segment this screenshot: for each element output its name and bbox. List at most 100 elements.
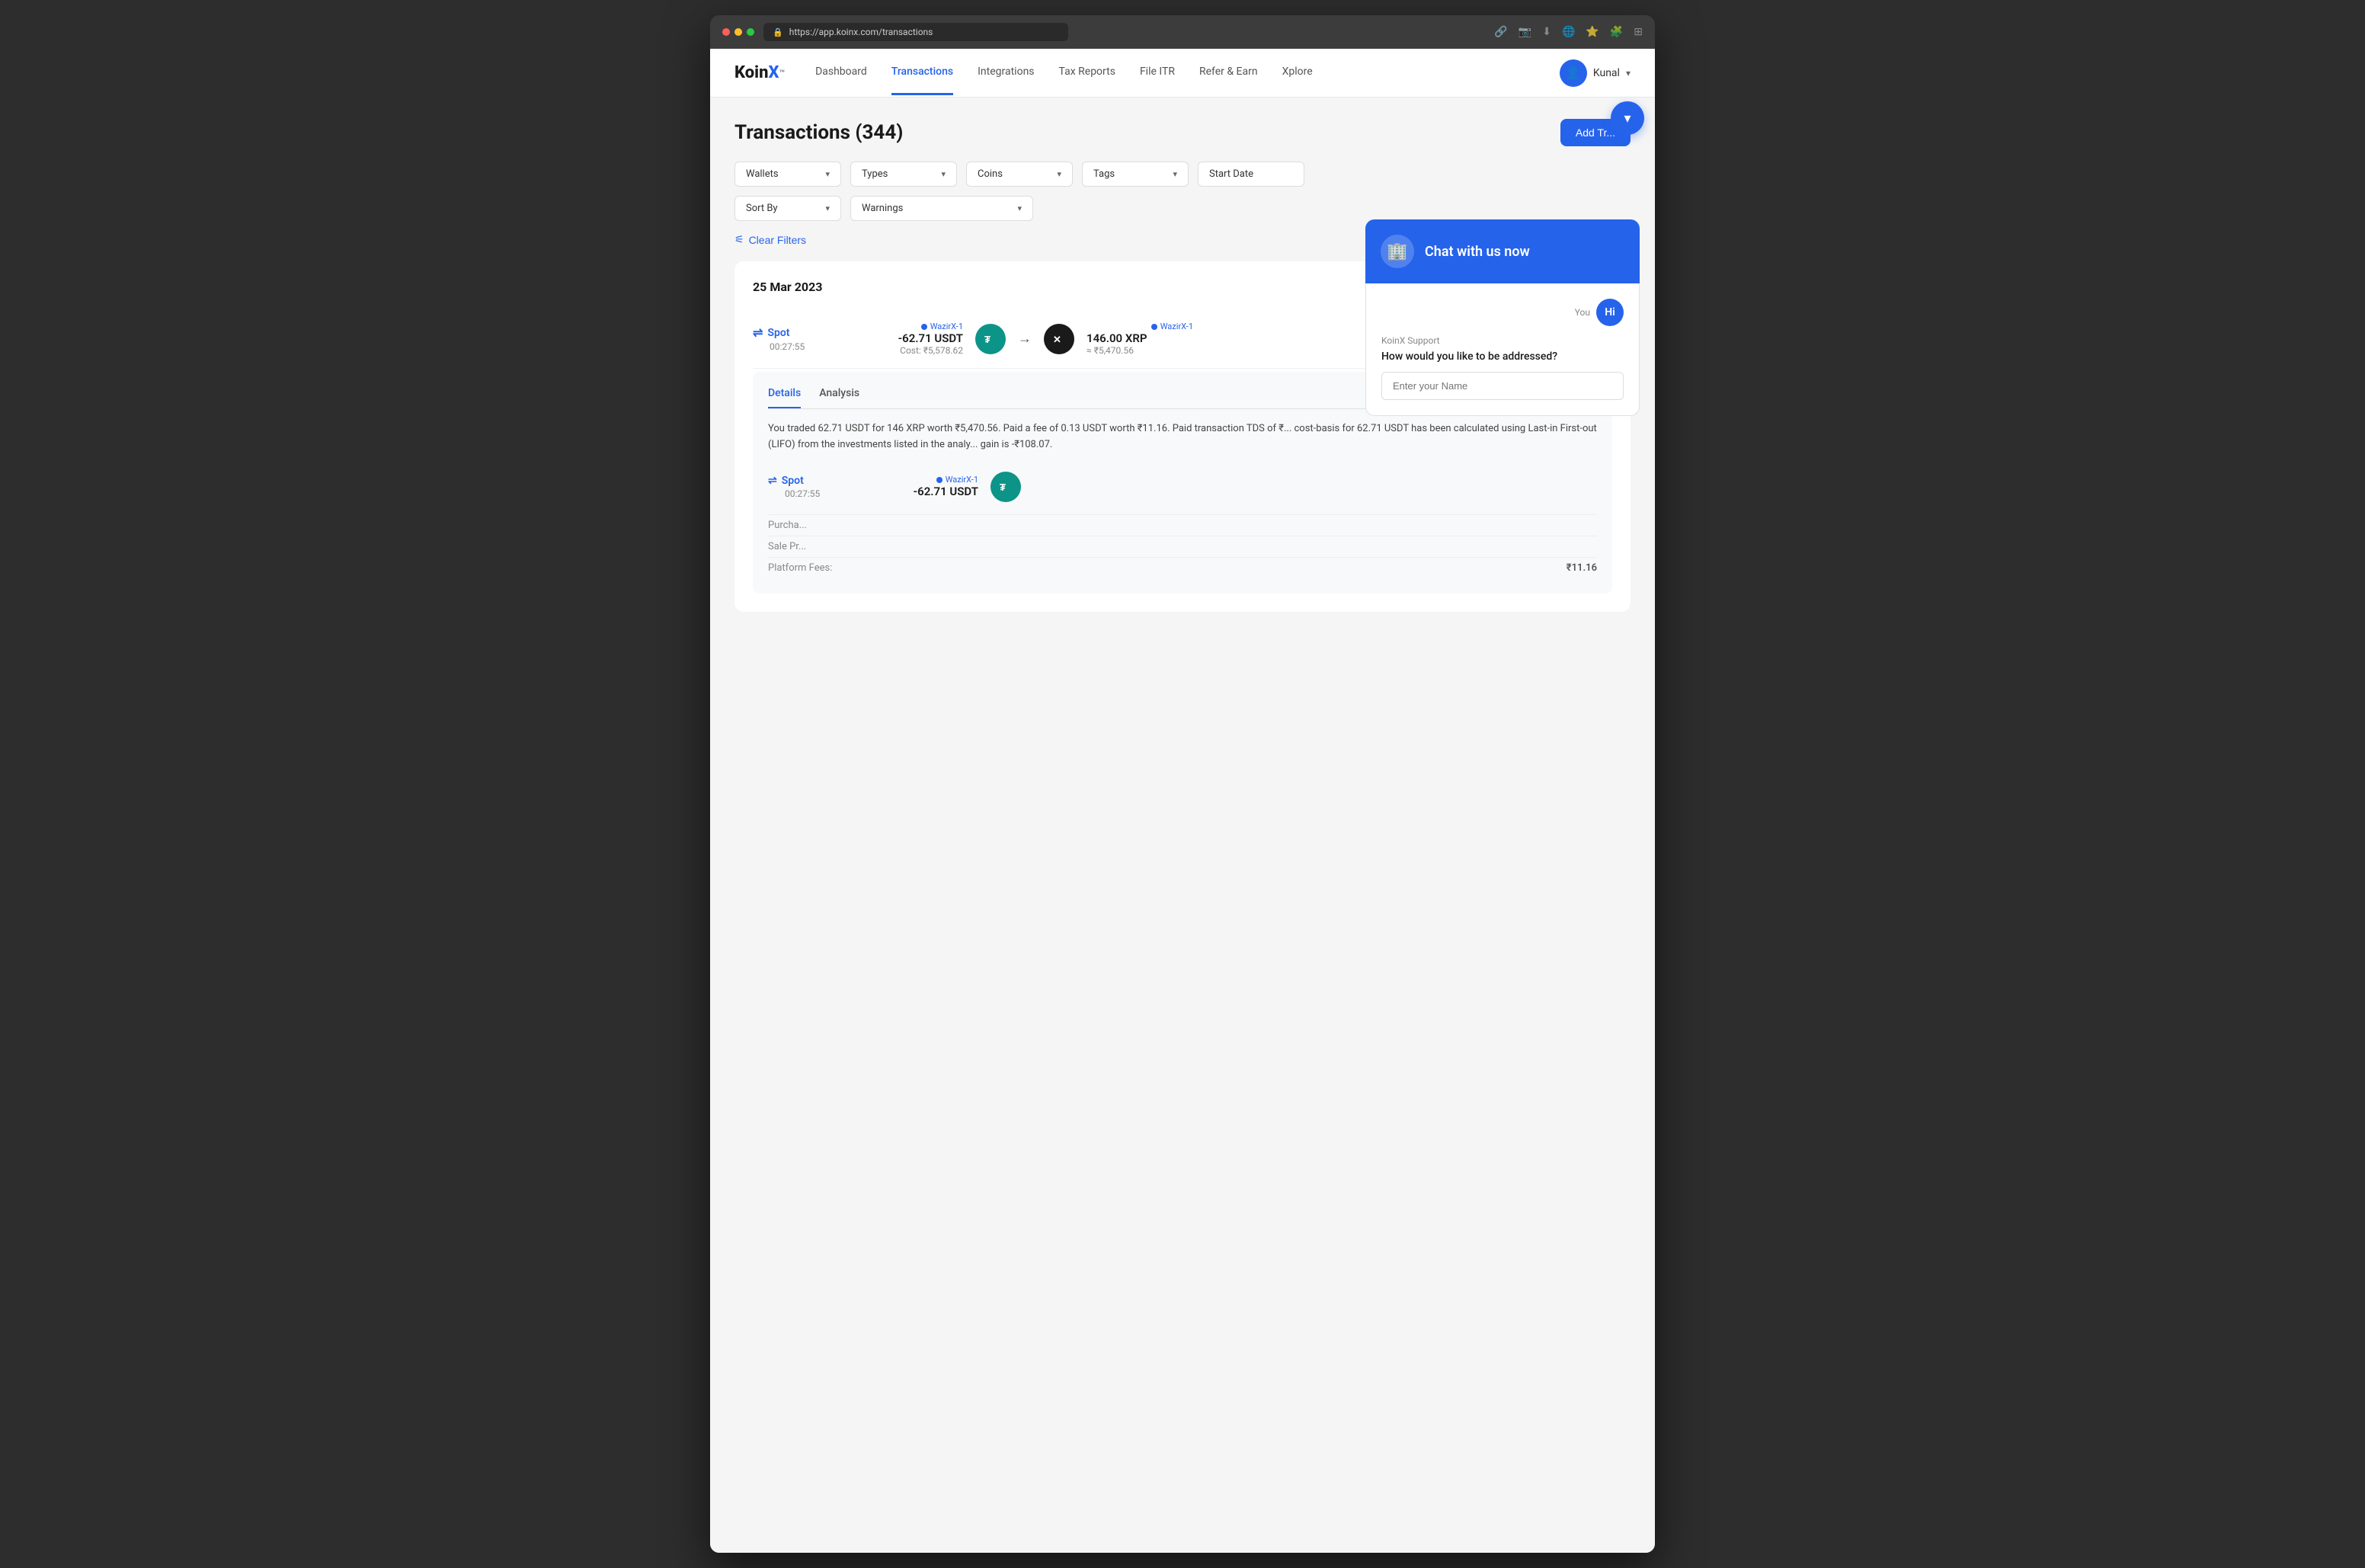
address-bar[interactable]: 🔒 https://app.koinx.com/transactions xyxy=(763,23,1068,41)
purchase-label: Purcha... xyxy=(768,520,807,531)
clear-filters-label: Clear Filters xyxy=(749,234,806,246)
details-description: You traded 62.71 USDT for 146 XRP worth … xyxy=(768,421,1597,453)
nav-xplore[interactable]: Xplore xyxy=(1282,50,1313,95)
tx-from-wallet: WazirX-1 xyxy=(856,322,963,331)
minimize-dot[interactable] xyxy=(734,28,742,36)
nav-refer-earn[interactable]: Refer & Earn xyxy=(1199,50,1258,95)
types-chevron-icon: ▾ xyxy=(941,169,946,179)
coins-label: Coins xyxy=(978,168,1003,180)
tx-type-label: ⇌ Spot xyxy=(753,325,844,340)
support-label: KoinX Support xyxy=(1381,335,1624,346)
nav-file-itr[interactable]: File ITR xyxy=(1140,50,1175,95)
sale-row: Sale Pr... xyxy=(768,536,1597,557)
tx-from-cost: Cost: ₹5,578.62 xyxy=(856,345,963,356)
usdt2-coin-icon: ₮ xyxy=(990,472,1021,502)
tx2-type-text: Spot xyxy=(782,475,804,487)
from-wallet-dot xyxy=(921,324,927,330)
filter-row-2: Sort By ▾ Warnings ▾ xyxy=(734,196,1631,221)
fees-row: Purcha... xyxy=(768,514,1597,536)
download-icon[interactable]: ⬇ xyxy=(1542,26,1551,38)
building-icon: 🏢 xyxy=(1387,242,1407,261)
nav-integrations[interactable]: Integrations xyxy=(978,50,1034,95)
browser-toolbar: 🔗 📷 ⬇ 🌐 ⭐ 🧩 ⊞ xyxy=(1494,26,1643,38)
tab-analysis[interactable]: Analysis xyxy=(819,387,859,408)
start-date-filter[interactable]: Start Date xyxy=(1198,162,1304,187)
page-title: Transactions (344) xyxy=(734,121,903,144)
close-dot[interactable] xyxy=(722,28,730,36)
coins-chevron-icon: ▾ xyxy=(1057,169,1061,179)
xrp-coin-icon: ✕ xyxy=(1044,324,1074,354)
chat-header: 🏢 Chat with us now xyxy=(1365,219,1640,283)
tx-type-text: Spot xyxy=(767,327,789,339)
chat-body: You Hi KoinX Support How would you like … xyxy=(1365,283,1640,416)
tx2-from-amount: -62.71 USDT xyxy=(872,485,978,498)
nav-user[interactable]: 👤 Kunal ▾ xyxy=(1560,59,1631,87)
chat-you-row: You Hi xyxy=(1381,299,1624,326)
chat-logo-icon: 🏢 xyxy=(1381,235,1414,268)
browser-window: 🔒 https://app.koinx.com/transactions 🔗 📷… xyxy=(710,15,1655,1553)
warnings-chevron-icon: ▾ xyxy=(1017,203,1022,213)
you-label: You xyxy=(1575,307,1590,318)
maximize-dot[interactable] xyxy=(747,28,754,36)
sale-label: Sale Pr... xyxy=(768,541,806,552)
tx-to: WazirX-1 146.00 XRP ≈ ₹5,470.56 xyxy=(1086,322,1193,356)
extension-icon[interactable]: 🧩 xyxy=(1610,26,1623,38)
globe-icon[interactable]: 🌐 xyxy=(1562,26,1575,38)
platform-fees-value: ₹11.16 xyxy=(1567,562,1597,574)
nav-dashboard[interactable]: Dashboard xyxy=(815,50,867,95)
tx2-details: WazirX-1 -62.71 USDT ₮ xyxy=(872,472,1597,502)
chat-widget: 🏢 Chat with us now You Hi KoinX Supp xyxy=(1365,219,1640,416)
support-name-label: KoinX Support How would you like to be a… xyxy=(1381,335,1624,363)
page-header: Transactions (344) Add Tr... xyxy=(734,119,1631,146)
platform-fees-row: Platform Fees: ₹11.16 xyxy=(768,557,1597,578)
tags-chevron-icon: ▾ xyxy=(1173,169,1177,179)
to-wallet-name: WazirX-1 xyxy=(1160,322,1193,331)
star-icon[interactable]: ⭐ xyxy=(1586,26,1599,38)
table-row[interactable]: ⇌ Spot 00:27:55 WazirX-1 -6 xyxy=(768,466,1597,514)
sort-chevron-icon: ▾ xyxy=(825,203,830,213)
tx-type-info: ⇌ Spot 00:27:55 xyxy=(753,325,844,352)
window-controls xyxy=(722,28,754,36)
nav-transactions[interactable]: Transactions xyxy=(891,50,953,95)
tags-filter[interactable]: Tags ▾ xyxy=(1082,162,1189,187)
tx-from-amount: -62.71 USDT xyxy=(856,331,963,345)
nav-links: Dashboard Transactions Integrations Tax … xyxy=(815,50,1560,95)
lock-icon: 🔒 xyxy=(773,27,783,37)
spot2-icon: ⇌ xyxy=(768,475,777,487)
tx2-from: WazirX-1 -62.71 USDT xyxy=(872,475,978,498)
camera-icon[interactable]: 📷 xyxy=(1519,26,1531,38)
tx-time: 00:27:55 xyxy=(753,341,844,352)
filter-row-1: Wallets ▾ Types ▾ Coins ▾ Tags ▾ Start D… xyxy=(734,162,1631,187)
floating-chat-button[interactable]: ▾ xyxy=(1611,101,1644,135)
chat-messages: You Hi KoinX Support How would you like … xyxy=(1381,299,1624,363)
from2-wallet-name: WazirX-1 xyxy=(946,475,978,485)
support-message: How would you like to be addressed? xyxy=(1381,350,1624,363)
url-text: https://app.koinx.com/transactions xyxy=(789,27,933,37)
spot-icon: ⇌ xyxy=(753,325,763,340)
avatar-icon: 👤 xyxy=(1566,66,1581,80)
chat-name-input[interactable] xyxy=(1381,372,1624,400)
tx2-type-info: ⇌ Spot 00:27:55 xyxy=(768,475,859,499)
logo-tm: ™ xyxy=(779,68,785,78)
wallets-filter[interactable]: Wallets ▾ xyxy=(734,162,841,187)
browser-chrome: 🔒 https://app.koinx.com/transactions 🔗 📷… xyxy=(710,15,1655,49)
to-wallet-dot xyxy=(1151,324,1157,330)
app-content: KoinX™ Dashboard Transactions Integratio… xyxy=(710,49,1655,1553)
warnings-filter[interactable]: Warnings ▾ xyxy=(850,196,1033,221)
navbar: KoinX™ Dashboard Transactions Integratio… xyxy=(710,49,1655,98)
tab-details[interactable]: Details xyxy=(768,387,801,408)
tx-to-value: ≈ ₹5,470.56 xyxy=(1086,345,1193,356)
user-avatar-icon: 👤 xyxy=(1560,59,1587,87)
start-date-label: Start Date xyxy=(1209,168,1253,180)
menu-icon[interactable]: ⊞ xyxy=(1634,26,1643,38)
link-icon[interactable]: 🔗 xyxy=(1494,26,1507,38)
svg-text:✕: ✕ xyxy=(1053,334,1061,346)
tx-arrow-icon: → xyxy=(1018,331,1032,347)
sort-by-filter[interactable]: Sort By ▾ xyxy=(734,196,841,221)
platform-fees-label: Platform Fees: xyxy=(768,562,832,574)
clear-filters-button[interactable]: ⚟ Clear Filters xyxy=(734,230,806,249)
coins-filter[interactable]: Coins ▾ xyxy=(966,162,1073,187)
tags-label: Tags xyxy=(1093,168,1115,180)
types-filter[interactable]: Types ▾ xyxy=(850,162,957,187)
nav-tax-reports[interactable]: Tax Reports xyxy=(1059,50,1115,95)
